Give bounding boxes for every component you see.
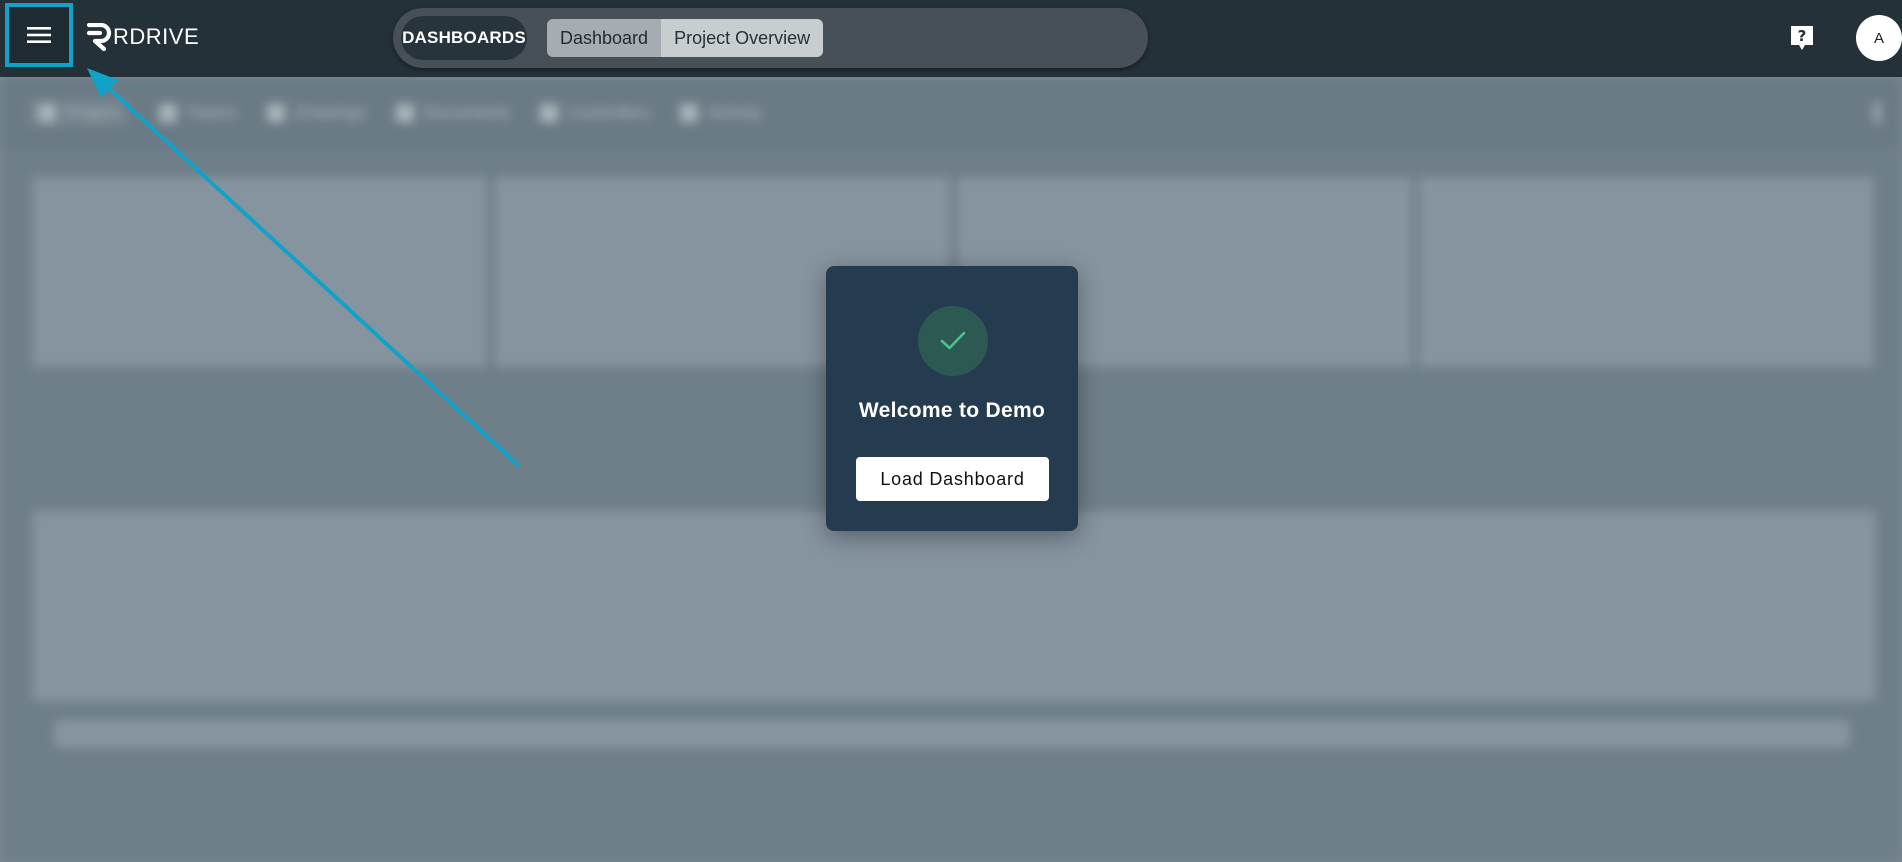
dashboard-tabs: Dashboard Project Overview [547,19,824,57]
documents-icon [395,104,414,122]
subnav-item-documents: Documents [395,103,510,123]
subnav-label: Activity [708,103,762,122]
subnav-item-teams: Teams [158,103,237,123]
project-icon [38,104,56,122]
wide-panel [33,512,1875,700]
dashboards-pill-bar: DASHBOARDS Dashboard Project Overview [393,8,1148,68]
welcome-modal: Welcome to Demo Load Dashboard [826,266,1078,531]
help-question-icon: ? [1791,26,1813,50]
user-avatar[interactable]: A [1856,15,1902,61]
subnav-label: Teams [186,103,237,122]
activity-icon [680,104,699,122]
subnav-label: Project [66,103,119,122]
dashboards-label[interactable]: DASHBOARDS [401,16,527,60]
subnav-item-controllers: Controllers [539,103,651,123]
controllers-icon [539,104,558,122]
top-navigation-bar: RDRIVE DASHBOARDS Dashboard Project Over… [0,0,1902,77]
summary-card [33,178,486,366]
subnav-item-project: Project [28,99,129,127]
hamburger-menu-button[interactable] [5,3,73,67]
tab-dashboard[interactable]: Dashboard [547,19,662,57]
load-dashboard-button[interactable]: Load Dashboard [856,457,1049,501]
progress-strip [54,720,1850,748]
drawings-icon [267,104,285,122]
checkmark-icon [940,331,966,350]
subnav-label: Documents [423,103,510,122]
sub-navigation: Project Teams Drawings Documents Control… [0,77,1902,149]
success-badge [918,306,988,376]
subnav-label: Controllers [567,103,651,122]
tab-project-overview[interactable]: Project Overview [661,19,824,57]
subnav-item-drawings: Drawings [267,103,366,123]
logo-text: RDRIVE [113,24,200,49]
teams-icon [158,104,177,122]
summary-card [1420,178,1873,366]
modal-title: Welcome to Demo [858,399,1046,422]
subnav-item-activity: Activity [680,103,762,123]
rdrive-logo[interactable]: RDRIVE [86,23,199,51]
more-options-icon [1874,102,1880,124]
hamburger-menu-icon [27,27,51,43]
help-button[interactable]: ? [1789,24,1815,52]
svg-text:?: ? [1798,27,1807,45]
rdrive-logo-mark-icon [86,23,112,51]
subnav-label: Drawings [295,103,366,122]
